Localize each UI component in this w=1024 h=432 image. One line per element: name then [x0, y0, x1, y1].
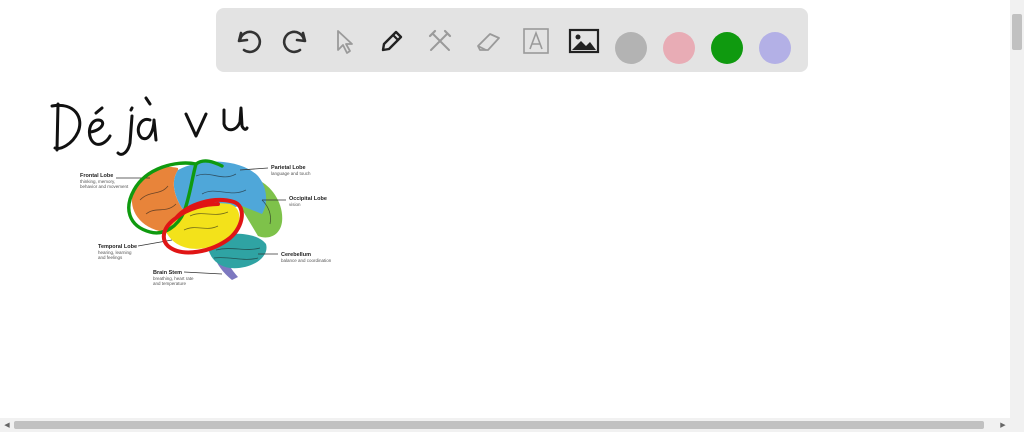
pen-button[interactable]: [375, 24, 409, 58]
label-brainstem-line2: and temperature: [153, 281, 187, 286]
redo-button[interactable]: [279, 24, 313, 58]
image-icon: [568, 28, 600, 54]
label-occipital-line1: vision: [289, 202, 301, 207]
color-swatch-lavender[interactable]: [759, 32, 791, 64]
horizontal-scrollbar[interactable]: ◀ ▶: [0, 418, 1024, 432]
color-swatch-gray[interactable]: [615, 32, 647, 64]
scroll-right-arrow-icon[interactable]: ▶: [996, 418, 1010, 432]
vertical-scrollbar[interactable]: [1010, 0, 1024, 418]
label-frontal-line2: behavior and movement: [80, 184, 129, 189]
redo-icon: [282, 30, 307, 54]
handwritten-text: [50, 96, 249, 156]
whiteboard-canvas[interactable]: Frontal Lobe thinking, memory, behavior …: [0, 80, 1010, 418]
horizontal-scrollbar-thumb[interactable]: [14, 421, 984, 429]
tools-button[interactable]: [423, 24, 457, 58]
text-icon: [523, 28, 549, 54]
image-button[interactable]: [567, 24, 601, 58]
select-arrow-icon: [337, 30, 353, 54]
label-temporal-line2: and feelings: [98, 255, 123, 260]
eraser-icon: [477, 33, 500, 51]
tools-icon: [428, 29, 452, 51]
undo-icon: [237, 30, 262, 54]
select-button[interactable]: [327, 24, 361, 58]
brain-diagram: Frontal Lobe thinking, memory, behavior …: [80, 161, 332, 286]
label-parietal-line1: language and touch: [271, 171, 311, 176]
color-swatch-pink[interactable]: [663, 32, 695, 64]
label-cerebellum-line1: balance and coordination: [281, 258, 332, 263]
eraser-button[interactable]: [471, 24, 505, 58]
pen-icon: [381, 30, 403, 52]
undo-button[interactable]: [231, 24, 265, 58]
color-swatch-green[interactable]: [711, 32, 743, 64]
scroll-left-arrow-icon[interactable]: ◀: [0, 418, 14, 432]
drawing-toolbar: [216, 8, 808, 72]
text-button[interactable]: [519, 24, 553, 58]
vertical-scrollbar-thumb[interactable]: [1012, 14, 1022, 50]
